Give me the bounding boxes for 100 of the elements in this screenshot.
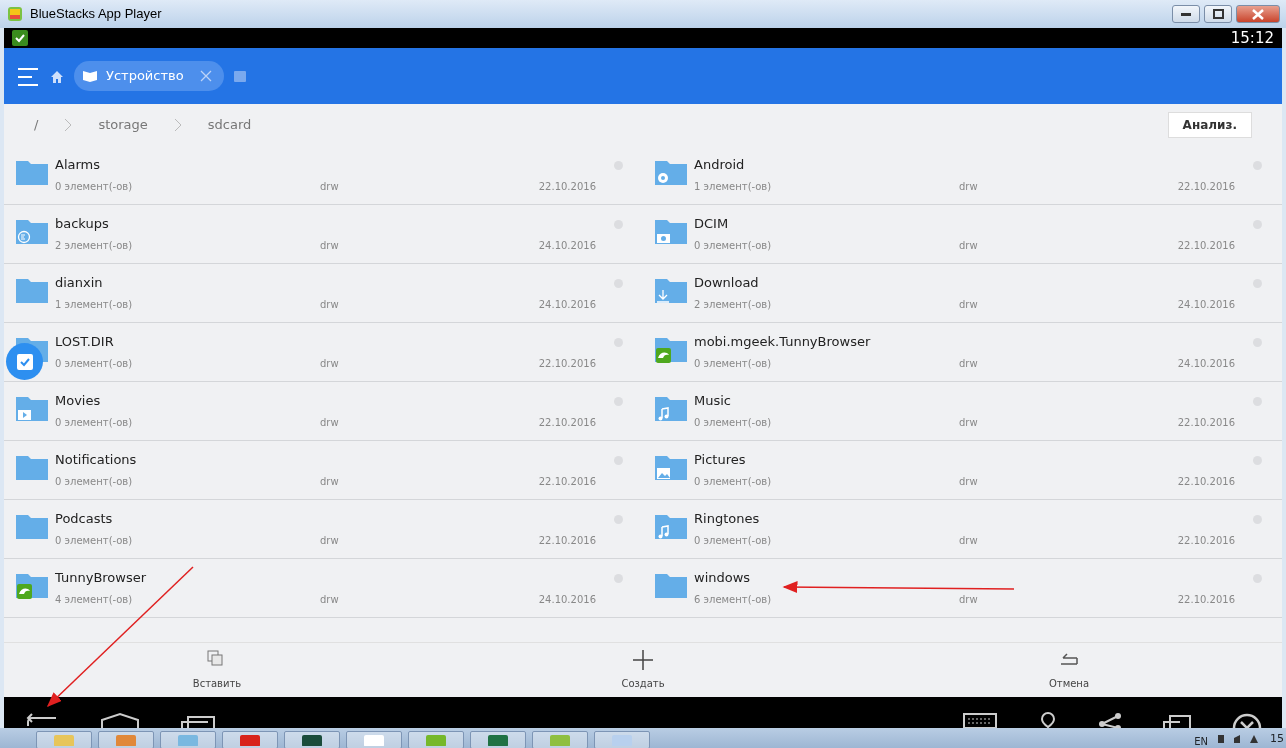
check-notification-icon (12, 30, 28, 46)
checkbox-icon (16, 353, 33, 370)
taskbar-clock: 15 (1270, 730, 1284, 747)
folder-icon (655, 335, 687, 363)
permissions: drw (320, 415, 340, 430)
item-count: 0 элемент(-ов) (694, 415, 773, 430)
toolbar-button[interactable]: Создать (430, 643, 856, 697)
file-row[interactable]: windows 6 элемент(-ов) drw 22.10.2016 (643, 559, 1282, 618)
folder-icon (16, 512, 48, 540)
file-name: TunnyBrowser (55, 569, 148, 586)
file-row[interactable]: backups 2 элемент(-ов) drw 24.10.2016 (4, 205, 643, 264)
file-row[interactable]: Podcasts 0 элемент(-ов) drw 22.10.2016 (4, 500, 643, 559)
file-name: Movies (55, 392, 102, 409)
item-count: 0 элемент(-ов) (55, 415, 134, 430)
permissions: drw (959, 533, 979, 548)
folder-icon (655, 512, 687, 540)
minimize-button[interactable] (1172, 5, 1200, 23)
file-row[interactable]: Download 2 элемент(-ов) drw 24.10.2016 (643, 264, 1282, 323)
file-name: Notifications (55, 451, 138, 468)
breadcrumb-item[interactable]: sdcard (207, 115, 252, 135)
app-logo-icon (6, 5, 24, 23)
item-count: 0 элемент(-ов) (694, 238, 773, 253)
folder-icon (655, 453, 687, 481)
folder-icon (16, 217, 48, 245)
chevron-icon (64, 118, 73, 132)
home-icon[interactable] (50, 69, 64, 83)
file-name: Download (694, 274, 760, 291)
file-row[interactable]: Ringtones 0 элемент(-ов) drw 22.10.2016 (643, 500, 1282, 559)
item-count: 4 элемент(-ов) (55, 592, 134, 607)
item-count: 2 элемент(-ов) (694, 297, 773, 312)
file-row[interactable]: dianxin 1 элемент(-ов) drw 24.10.2016 (4, 264, 643, 323)
breadcrumb-item[interactable]: storage (98, 115, 148, 135)
app-icon (362, 732, 386, 746)
permissions: drw (959, 238, 979, 253)
app-icon (424, 732, 448, 746)
analyze-button[interactable]: Анализ. (1167, 112, 1252, 138)
file-name: DCIM (694, 215, 730, 232)
resize-button[interactable] (1162, 712, 1192, 728)
file-row[interactable]: DCIM 0 элемент(-ов) drw 22.10.2016 (643, 205, 1282, 264)
toolbar-button[interactable]: Вставить (4, 643, 430, 697)
file-name: dianxin (55, 274, 104, 291)
home-button[interactable] (100, 712, 140, 728)
close-button[interactable] (1236, 5, 1280, 23)
item-count: 0 элемент(-ов) (55, 533, 134, 548)
item-count: 0 элемент(-ов) (694, 533, 773, 548)
folder-icon (655, 394, 687, 422)
taskbar-app-icon[interactable] (346, 731, 402, 748)
modified-date: 22.10.2016 (538, 179, 596, 194)
taskbar-app-icon[interactable] (470, 731, 526, 748)
file-row[interactable]: Movies 0 элемент(-ов) drw 22.10.2016 (4, 382, 643, 441)
item-count: 2 элемент(-ов) (55, 238, 134, 253)
item-count: 1 элемент(-ов) (694, 179, 773, 194)
item-count: 1 элемент(-ов) (55, 297, 134, 312)
file-row[interactable]: Pictures 0 элемент(-ов) drw 22.10.2016 (643, 441, 1282, 500)
app-icon (486, 732, 510, 746)
app-icon (176, 732, 200, 746)
modified-date: 24.10.2016 (538, 238, 596, 253)
permissions: drw (320, 238, 340, 253)
item-count: 0 элемент(-ов) (694, 356, 773, 371)
breadcrumb-item[interactable]: / (34, 115, 39, 135)
file-row[interactable]: Alarms 0 элемент(-ов) drw 22.10.2016 (4, 146, 643, 205)
share-button[interactable] (1098, 712, 1122, 728)
file-row[interactable]: mobi.mgeek.TunnyBrowser 0 элемент(-ов) drw 24.10.2016 (643, 323, 1282, 382)
keyboard-button[interactable] (962, 712, 998, 728)
permissions: drw (320, 297, 340, 312)
permissions: drw (959, 474, 979, 489)
modified-date: 22.10.2016 (538, 415, 596, 430)
permissions: drw (320, 474, 340, 489)
modified-date: 22.10.2016 (1177, 238, 1235, 253)
permissions: drw (320, 533, 340, 548)
toolbar-button[interactable]: Отмена (856, 643, 1282, 697)
close-icon (1252, 8, 1264, 20)
item-count: 0 элемент(-ов) (55, 356, 134, 371)
book-icon (82, 69, 98, 83)
new-tab-icon[interactable] (233, 70, 246, 82)
file-row[interactable]: Android 1 элемент(-ов) drw 22.10.2016 (643, 146, 1282, 205)
folder-icon (16, 394, 48, 422)
maximize-button[interactable] (1204, 5, 1232, 23)
file-name: LOST.DIR (55, 333, 115, 350)
file-name: Podcasts (55, 510, 114, 527)
file-row[interactable]: Notifications 0 элемент(-ов) drw 22.10.2016 (4, 441, 643, 500)
folder-icon (16, 571, 48, 599)
language-indicator[interactable]: EN (1194, 733, 1208, 748)
folder-icon (16, 453, 48, 481)
file-row[interactable]: Music 0 элемент(-ов) drw 22.10.2016 (643, 382, 1282, 441)
file-name: Android (694, 156, 746, 173)
app-icon (238, 732, 262, 746)
app-icon (52, 732, 76, 746)
permissions: drw (959, 179, 979, 194)
folder-icon (16, 158, 48, 186)
location-button[interactable] (1038, 712, 1058, 728)
taskbar-app-icon[interactable] (284, 731, 340, 748)
modified-date: 22.10.2016 (1177, 592, 1235, 607)
taskbar-app-icon[interactable] (222, 731, 278, 748)
file-name: backups (55, 215, 110, 232)
close-app-button[interactable] (1232, 712, 1262, 728)
item-count: 0 элемент(-ов) (694, 474, 773, 489)
folder-icon (655, 276, 687, 304)
modified-date: 22.10.2016 (1177, 415, 1235, 430)
file-row[interactable]: TunnyBrowser 4 элемент(-ов) drw 24.10.2016 (4, 559, 643, 618)
